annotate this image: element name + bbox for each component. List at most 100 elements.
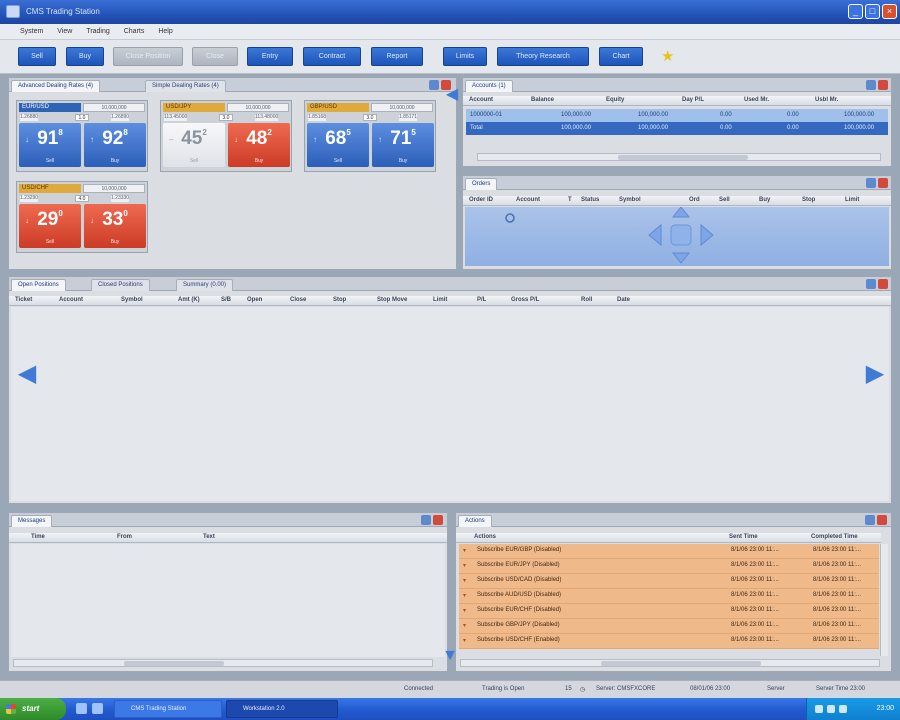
list-item[interactable]: ▾ Subscribe EUR/GBP (Disabled) 8/1/06 23… (459, 544, 879, 559)
menu-help[interactable]: Help (152, 24, 178, 35)
col-stop[interactable]: Stop (333, 297, 346, 303)
tile-pair[interactable]: USD/CHF (19, 184, 81, 193)
col-sell[interactable]: Sell (719, 197, 730, 203)
tab-accounts[interactable]: Accounts (1) (465, 80, 513, 92)
col-ord[interactable]: Ord (689, 197, 700, 203)
col-actions[interactable]: Actions (474, 534, 496, 540)
panel-restore-icon[interactable] (865, 515, 875, 525)
list-item[interactable]: ▾ Subscribe GBP/JPY (Disabled) 8/1/06 23… (459, 619, 879, 634)
panel-restore-icon[interactable] (429, 80, 439, 90)
panel-restore-icon[interactable] (866, 80, 876, 90)
panel-close-icon[interactable] (433, 515, 443, 525)
panel-close-icon[interactable] (877, 515, 887, 525)
tab-summary[interactable]: Summary (0.00) (176, 279, 234, 291)
contract-button[interactable]: Contract (303, 47, 361, 66)
actions-vertical-scrollbar[interactable] (880, 544, 888, 656)
col-stop-move[interactable]: Stop Move (377, 297, 407, 303)
col-limit[interactable]: Limit (433, 297, 447, 303)
tile-pair[interactable]: USD/JPY (163, 103, 225, 112)
actions-horizontal-scrollbar[interactable] (460, 659, 880, 667)
col-account[interactable]: Account (516, 197, 540, 203)
accounts-horizontal-scrollbar[interactable] (477, 153, 881, 161)
menu-trading[interactable]: Trading (80, 24, 115, 35)
col-balance[interactable]: Balance (531, 97, 554, 103)
quicklaunch-ie-icon[interactable] (76, 703, 87, 714)
col-pl[interactable]: P/L (477, 297, 486, 303)
panel-restore-icon[interactable] (866, 279, 876, 289)
col-type[interactable]: T (568, 197, 572, 203)
dock-left-icon[interactable]: ◀ (17, 361, 37, 387)
buy-button[interactable]: Buy (66, 47, 104, 66)
minimize-icon[interactable]: _ (848, 4, 863, 19)
limits-button[interactable]: Limits (443, 47, 487, 66)
tray-security-icon[interactable] (839, 705, 847, 713)
panel-restore-icon[interactable] (421, 515, 431, 525)
maximize-icon[interactable]: □ (865, 4, 880, 19)
col-account[interactable]: Account (469, 97, 493, 103)
col-used-margin[interactable]: Used Mr. (744, 97, 769, 103)
scroll-thumb[interactable] (601, 661, 761, 666)
scroll-thumb[interactable] (124, 661, 224, 666)
scroll-thumb[interactable] (618, 155, 748, 160)
taskbar-item-trading-station[interactable]: CMS Trading Station (114, 700, 222, 718)
list-item[interactable]: ▾ Subscribe USD/CHF (Enabled) 8/1/06 23:… (459, 634, 879, 649)
tray-clock[interactable]: 23:00 (876, 705, 894, 712)
col-sell-buy[interactable]: S/B (221, 297, 231, 303)
tray-volume-icon[interactable] (827, 705, 835, 713)
col-open[interactable]: Open (247, 297, 262, 303)
list-item[interactable]: ▾ Subscribe AUD/USD (Disabled) 8/1/06 23… (459, 589, 879, 604)
col-close[interactable]: Close (290, 297, 306, 303)
col-symbol[interactable]: Symbol (121, 297, 143, 303)
tile-lots-field[interactable]: 10,000,000 (83, 103, 145, 112)
col-equity[interactable]: Equity (606, 97, 624, 103)
tab-advanced-dealing-rates[interactable]: Advanced Dealing Rates (4) (11, 80, 101, 92)
col-usable-margin[interactable]: Usbl Mr. (815, 97, 838, 103)
sell-price-button[interactable]: – 452 Sell (163, 123, 225, 167)
taskbar-item-workstation[interactable]: Workstation 2.0 (226, 700, 338, 718)
col-status[interactable]: Status (581, 197, 599, 203)
tile-lots-field[interactable]: 10,000,000 (371, 103, 433, 112)
col-amount[interactable]: Amt (K) (178, 297, 200, 303)
panel-close-icon[interactable] (878, 178, 888, 188)
tile-lots-field[interactable]: 10,000,000 (83, 184, 145, 193)
dock-left-arrow-icon[interactable]: ◀ (441, 84, 463, 106)
close-position-button[interactable]: Close Position (113, 47, 183, 66)
menu-view[interactable]: View (51, 24, 78, 35)
col-limit[interactable]: Limit (845, 197, 859, 203)
col-symbol[interactable]: Symbol (619, 197, 641, 203)
close-button[interactable]: Close (192, 47, 238, 66)
panel-close-icon[interactable] (878, 80, 888, 90)
tray-network-icon[interactable] (815, 705, 823, 713)
orders-drop-zone[interactable] (465, 207, 889, 266)
tab-simple-dealing-rates[interactable]: Simple Dealing Rates (4) (145, 80, 226, 92)
sell-price-button[interactable]: ↑ 685 Sell (307, 123, 369, 167)
col-sent-time[interactable]: Sent Time (729, 534, 758, 540)
positions-grid[interactable] (11, 307, 889, 501)
sell-price-button[interactable]: ↓ 918 Sell (19, 123, 81, 167)
tile-lots-field[interactable]: 10,000,000 (227, 103, 289, 112)
tab-closed-positions[interactable]: Closed Positions (91, 279, 150, 291)
dock-right-icon[interactable]: ▶ (865, 361, 885, 387)
report-button[interactable]: Report (371, 47, 423, 66)
col-order-id[interactable]: Order ID (469, 197, 493, 203)
messages-grid[interactable] (11, 544, 445, 657)
tab-orders[interactable]: Orders (465, 178, 498, 190)
tile-pair[interactable]: EUR/USD (19, 103, 81, 112)
col-text[interactable]: Text (203, 534, 215, 540)
col-time[interactable]: Time (31, 534, 45, 540)
tab-messages[interactable]: Messages (11, 515, 53, 527)
col-roll[interactable]: Roll (581, 297, 592, 303)
list-item[interactable]: ▾ Subscribe EUR/CHF (Disabled) 8/1/06 23… (459, 604, 879, 619)
list-item[interactable]: ▾ Subscribe EUR/JPY (Disabled) 8/1/06 23… (459, 559, 879, 574)
start-button[interactable]: start (0, 698, 66, 720)
buy-price-button[interactable]: ↓ 330 Buy (84, 204, 146, 248)
messages-horizontal-scrollbar[interactable] (13, 659, 433, 667)
menu-charts[interactable]: Charts (118, 24, 151, 35)
panel-close-icon[interactable] (878, 279, 888, 289)
col-account[interactable]: Account (59, 297, 83, 303)
col-gross-pl[interactable]: Gross P/L (511, 297, 539, 303)
dock-compass-icon[interactable] (647, 207, 715, 265)
col-stop[interactable]: Stop (802, 197, 815, 203)
col-from[interactable]: From (117, 534, 132, 540)
col-ticket[interactable]: Ticket (15, 297, 32, 303)
